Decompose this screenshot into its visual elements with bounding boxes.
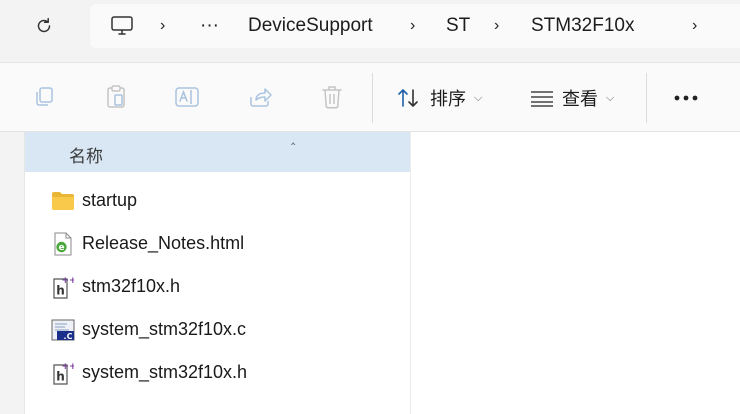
chevron-down-icon: ⌵ <box>606 91 615 104</box>
list-item[interactable]: h ++ system_stm32f10x.h <box>25 352 410 392</box>
breadcrumb-chevron-icon[interactable]: › <box>160 17 165 35</box>
more-icon <box>674 95 698 101</box>
sort-ascending-icon: ‸ <box>291 130 296 145</box>
copy-icon <box>36 87 53 106</box>
file-list-pane: ‸ 名称 startup e Release_Notes.html h ++ s… <box>0 130 740 414</box>
breadcrumb-overflow-button[interactable]: ··· <box>200 15 219 37</box>
breadcrumb-item-st[interactable]: ST <box>446 15 470 37</box>
file-name: stm32f10x.h <box>82 276 181 296</box>
breadcrumb: › ··· DeviceSupport › ST › STM32F10x › <box>90 4 740 48</box>
sort-icon <box>398 89 418 107</box>
file-name: system_stm32f10x.c <box>82 319 247 339</box>
column-divider[interactable] <box>410 132 411 414</box>
c-file-icon: .C <box>51 318 75 342</box>
breadcrumb-item-devicesupport[interactable]: DeviceSupport <box>248 15 373 37</box>
refresh-icon <box>37 17 51 33</box>
monitor-icon <box>111 16 133 35</box>
rename-button[interactable] <box>173 83 201 111</box>
paste-button[interactable] <box>102 83 130 111</box>
h-file-icon: h ++ <box>51 275 75 299</box>
folder-icon <box>51 189 75 213</box>
sort-button[interactable]: 排序 ⌵ <box>396 81 482 115</box>
paste-icon <box>107 85 125 108</box>
list-item[interactable]: .C system_stm32f10x.c <box>25 309 410 349</box>
share-icon <box>250 88 272 107</box>
breadcrumb-item-stm32f10x[interactable]: STM32F10x <box>531 15 634 37</box>
list-item[interactable]: h ++ stm32f10x.h <box>25 266 410 306</box>
more-options-button[interactable] <box>668 81 704 115</box>
computer-location-button[interactable] <box>110 4 134 48</box>
trash-icon <box>322 86 342 109</box>
copy-button[interactable] <box>30 83 58 111</box>
h-file-icon: h ++ <box>51 361 75 385</box>
list-view-icon <box>531 91 553 107</box>
toolbar-divider <box>372 73 373 123</box>
breadcrumb-chevron-icon[interactable]: › <box>692 17 697 35</box>
share-button[interactable] <box>246 83 274 111</box>
chevron-down-icon: ⌵ <box>474 91 483 104</box>
address-bar-row: › ··· DeviceSupport › ST › STM32F10x › <box>0 0 740 52</box>
command-toolbar: 排序 ⌵ 查看 ⌵ <box>0 62 740 132</box>
rename-icon <box>175 87 199 107</box>
list-item[interactable]: e Release_Notes.html <box>25 223 410 263</box>
svg-text:e: e <box>58 243 64 253</box>
toolbar-divider <box>646 73 647 123</box>
file-name: startup <box>82 190 138 210</box>
breadcrumb-chevron-icon[interactable]: › <box>410 17 415 35</box>
file-name: Release_Notes.html <box>82 233 245 253</box>
svg-text:.C: .C <box>64 332 73 341</box>
svg-text:++: ++ <box>61 276 74 286</box>
column-header-label: 名称 <box>69 147 103 167</box>
list-item[interactable]: startup <box>25 180 410 220</box>
html-file-icon: e <box>51 232 75 256</box>
refresh-button[interactable] <box>26 8 62 44</box>
delete-button[interactable] <box>318 83 346 111</box>
svg-text:++: ++ <box>61 362 74 372</box>
sort-label: 排序 <box>430 89 466 110</box>
file-name: system_stm32f10x.h <box>82 362 248 382</box>
breadcrumb-chevron-icon[interactable]: › <box>494 17 499 35</box>
navigation-pane-edge <box>0 132 24 414</box>
view-label: 查看 <box>562 89 598 110</box>
view-button[interactable]: 查看 ⌵ <box>530 81 614 115</box>
column-header-name[interactable]: ‸ 名称 <box>25 130 410 172</box>
